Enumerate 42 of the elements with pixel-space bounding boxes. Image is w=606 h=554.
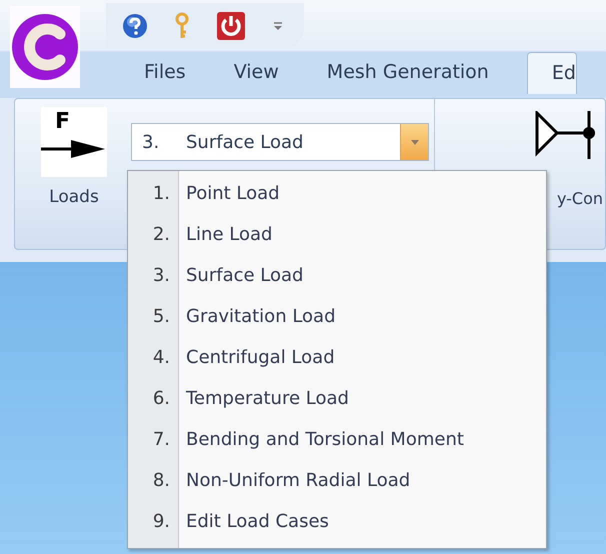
caret-icon (410, 140, 418, 144)
ribbon-tab[interactable]: Ed (526, 52, 577, 94)
item-label: Bending and Torsional Moment (186, 429, 464, 450)
item-number: 5. (152, 306, 170, 327)
item-number: 2. (152, 224, 170, 245)
ribbon-tab[interactable]: Files (120, 52, 210, 94)
customize-caret-icon[interactable] (272, 20, 284, 32)
item-number: 9. (152, 511, 170, 532)
combo-value: Surface Load (186, 132, 304, 152)
menu-item[interactable]: 4. Centrifugal Load (128, 337, 546, 378)
item-number: 4. (152, 347, 170, 368)
app-logo-icon[interactable] (10, 6, 80, 88)
item-number: 3. (152, 265, 170, 286)
item-label: Centrifugal Load (186, 347, 335, 368)
combo-number: 3. (142, 132, 160, 152)
menu-item[interactable]: 3. Surface Load (128, 255, 546, 296)
load-type-dropdown[interactable]: 3. Surface Load (131, 123, 429, 161)
item-label: Temperature Load (186, 388, 349, 409)
help-icon[interactable] (122, 13, 148, 39)
item-label: Gravitation Load (186, 306, 336, 327)
menu-item[interactable]: 5. Gravitation Load (128, 296, 546, 337)
item-label: Non-Uniform Radial Load (186, 470, 410, 491)
menu-item[interactable]: 1. Point Load (128, 173, 546, 214)
menu-item[interactable]: 2. Line Load (128, 214, 546, 255)
item-number: 8. (152, 470, 170, 491)
ribbon-tab[interactable]: View (210, 52, 303, 94)
item-label: Line Load (186, 224, 272, 245)
item-number: 7. (152, 429, 170, 450)
item-label: Surface Load (186, 265, 304, 286)
item-label: Point Load (186, 183, 280, 204)
menu-item[interactable]: 8. Non-Uniform Radial Load (128, 460, 546, 501)
item-number: 1. (152, 183, 170, 204)
arrow-icon (41, 137, 105, 161)
force-letter: F (55, 108, 70, 136)
button-label: y-Con (556, 189, 603, 208)
item-label: Edit Load Cases (186, 511, 329, 532)
power-icon[interactable] (216, 11, 246, 41)
menu-item[interactable]: 7. Bending and Torsional Moment (128, 419, 546, 460)
menu-item[interactable]: 9. Edit Load Cases (128, 501, 546, 542)
ribbon-tab[interactable]: Mesh Generation (302, 52, 513, 94)
item-number: 6. (152, 388, 170, 409)
menu-item[interactable]: 6. Temperature Load (128, 378, 546, 419)
